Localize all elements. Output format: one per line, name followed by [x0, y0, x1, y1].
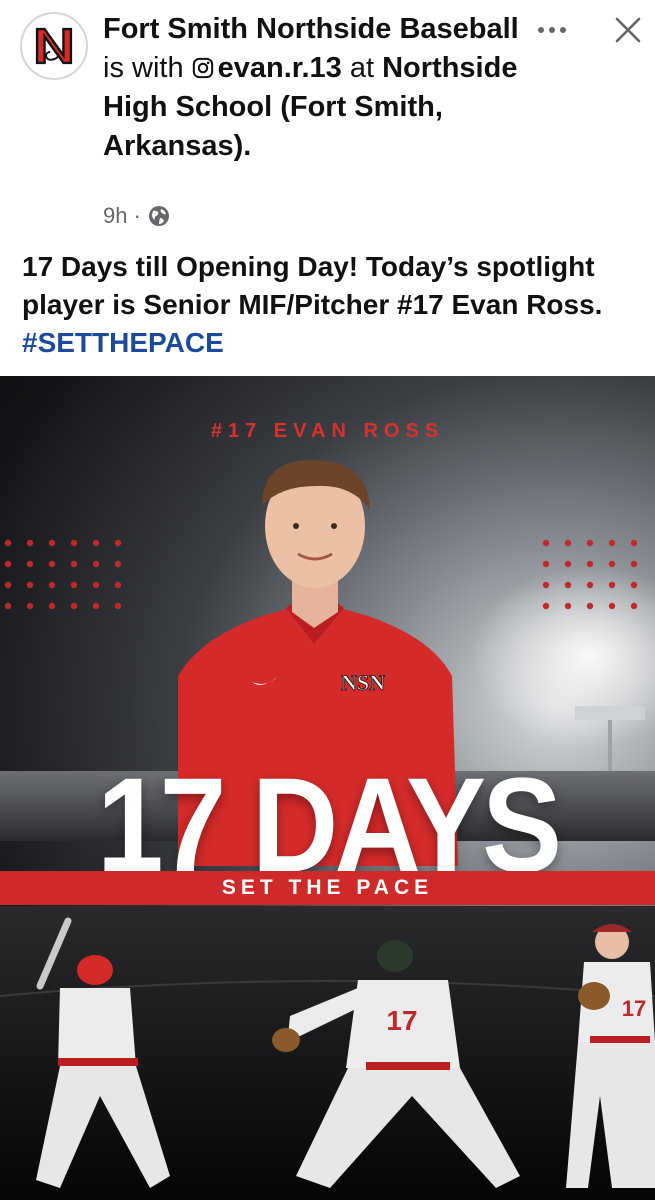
light-tower	[575, 706, 645, 720]
more-horizontal-icon	[538, 27, 566, 33]
post-author-line: Fort Smith Northside Baseball is with ev…	[103, 10, 523, 166]
set-the-pace-text: SET THE PACE	[221, 876, 434, 899]
post-header: Fort Smith Northside Baseball is with ev…	[0, 0, 655, 240]
more-options-button[interactable]	[532, 12, 572, 48]
chest-logo: NSN	[341, 670, 385, 695]
page-avatar[interactable]	[20, 12, 88, 80]
at-text: at	[341, 52, 383, 84]
meta-separator: ·	[133, 203, 141, 228]
post-time[interactable]: 9h	[103, 203, 127, 229]
page-name-link[interactable]: Fort Smith Northside Baseball	[103, 13, 519, 45]
with-text: is with	[103, 52, 192, 84]
hashtag-link[interactable]: #SETTHEPACE	[22, 327, 224, 358]
set-the-pace-band: SET THE PACE	[0, 871, 655, 905]
instagram-icon	[192, 57, 213, 79]
player-name-label: #17 EVAN ROSS	[210, 420, 445, 442]
pitcher-jersey-number: 17	[386, 1005, 417, 1036]
caption-text: 17 Days till Opening Day! Today’s spotli…	[22, 251, 603, 320]
post-image[interactable]: NSN 17 17 #17 EVAN ROSS 17 DAYS SET THE …	[0, 376, 655, 1200]
post-caption: 17 Days till Opening Day! Today’s spotli…	[22, 248, 637, 362]
tagged-user-link[interactable]: evan.r.13	[218, 52, 342, 84]
post-meta: 9h ·	[103, 203, 171, 229]
end-punct: .	[243, 130, 252, 162]
close-button[interactable]	[608, 10, 648, 50]
globe-icon	[148, 206, 169, 226]
close-icon	[615, 17, 641, 43]
left-dot-grid	[4, 539, 122, 610]
fielder-jersey-number: 17	[622, 996, 646, 1021]
northside-logo-icon	[23, 15, 85, 77]
